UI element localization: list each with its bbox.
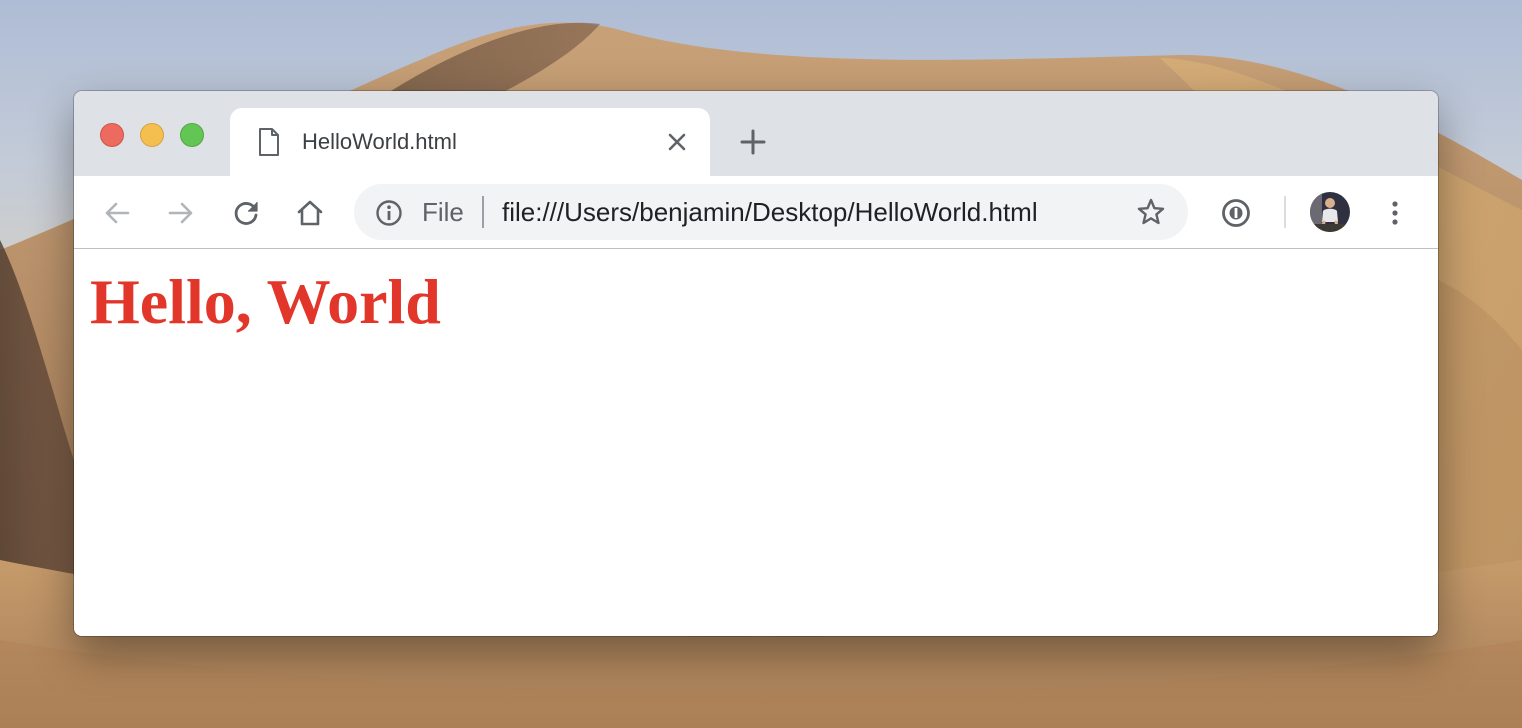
- tab-title: HelloWorld.html: [302, 129, 457, 154]
- tab-strip: HelloWorld.html: [74, 91, 1438, 176]
- toolbar-divider: [1284, 196, 1286, 228]
- reload-icon[interactable]: [231, 198, 261, 228]
- avatar-photo: [1310, 192, 1350, 232]
- window-close-button[interactable]: [100, 123, 124, 147]
- password-manager-icon[interactable]: [1221, 198, 1251, 228]
- back-arrow-icon[interactable]: [102, 198, 132, 228]
- page-content: Hello, World: [74, 249, 1438, 636]
- url-scheme-label: File: [422, 197, 464, 227]
- window-zoom-button[interactable]: [180, 123, 204, 147]
- kebab-menu-icon[interactable]: [1380, 198, 1410, 228]
- home-icon[interactable]: [295, 198, 325, 228]
- active-tab[interactable]: HelloWorld.html: [230, 108, 710, 176]
- close-icon[interactable]: [666, 131, 688, 153]
- browser-toolbar: File file:///Users/benjamin/Desktop/Hell…: [74, 176, 1438, 249]
- page-heading: Hello, World: [90, 266, 441, 337]
- browser-window: HelloWorld.html File file:///Users/benja…: [74, 91, 1438, 636]
- info-icon[interactable]: [374, 198, 404, 228]
- star-icon[interactable]: [1136, 197, 1166, 227]
- document-icon: [259, 128, 279, 156]
- forward-arrow-icon[interactable]: [166, 198, 196, 228]
- address-bar[interactable]: File file:///Users/benjamin/Desktop/Hell…: [354, 184, 1188, 240]
- profile-avatar[interactable]: [1310, 192, 1350, 232]
- omnibox-divider: [482, 196, 484, 228]
- window-minimize-button[interactable]: [140, 123, 164, 147]
- new-tab-plus-icon[interactable]: [740, 129, 766, 155]
- url-text[interactable]: file:///Users/benjamin/Desktop/HelloWorl…: [502, 197, 1038, 228]
